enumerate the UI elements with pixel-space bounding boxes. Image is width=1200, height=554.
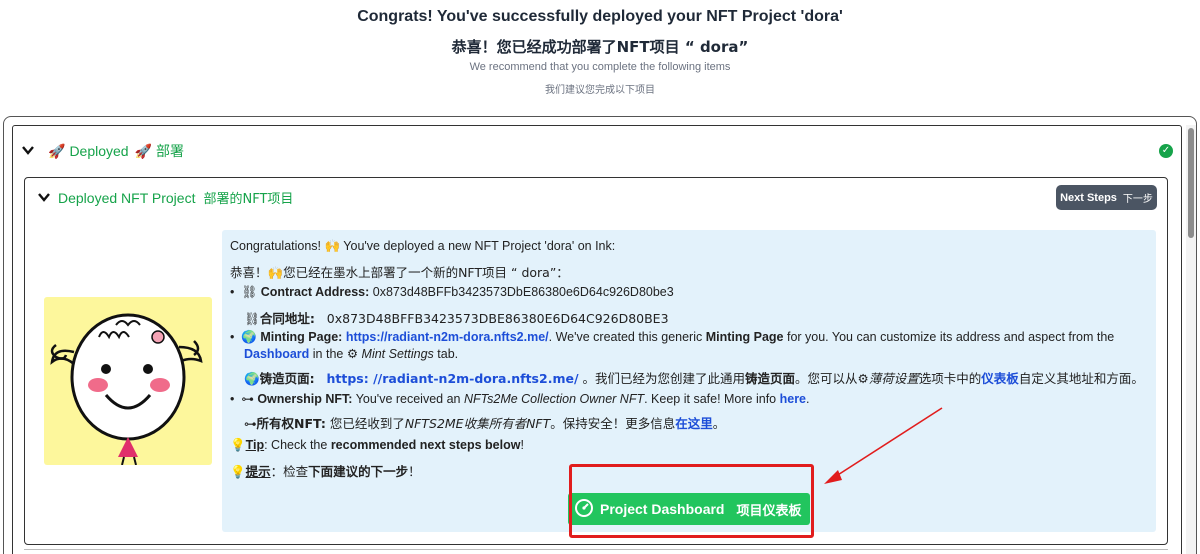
- gear-icon: ⚙: [857, 371, 869, 386]
- lightbulb-icon: 💡: [230, 438, 246, 452]
- ownership-italic: NFTs2Me Collection Owner NFT: [463, 392, 645, 406]
- card-toggle[interactable]: Deployed NFT Project 部署的NFT项目: [38, 188, 293, 207]
- contract-address-row-zh: ⛓合同地址: 0x873D48BFFB3423573DBE86380E6D64C…: [244, 308, 669, 327]
- minting-page-link-zh[interactable]: https: //radiant-n2m-dora.nfts2.me/: [327, 371, 579, 386]
- minting-label-zh: 铸造页面:: [259, 371, 315, 386]
- minting-text: . We've created this generic: [548, 330, 706, 344]
- rocket-icon: 🚀: [134, 142, 153, 159]
- tip-text: : Check the: [264, 438, 331, 452]
- contract-address-value-zh[interactable]: 0x873D48BFFB3423573DBE86380E6D64C926D80B…: [327, 311, 669, 326]
- minting-text-zh: 选项卡中的: [918, 371, 982, 386]
- tip-text: !: [520, 438, 524, 452]
- ownership-italic-zh: NFTS2ME收集所有者NFT: [404, 416, 551, 431]
- tip-bold-zh: 下面建议的下一步: [308, 464, 409, 479]
- key-icon: ⊶: [241, 392, 254, 406]
- highlight-box: [569, 464, 814, 538]
- bullet: •: [230, 392, 242, 406]
- chain-link-icon: ⛓: [244, 311, 260, 326]
- more-info-link[interactable]: here: [780, 392, 806, 406]
- section-toggle-deployed[interactable]: 🚀 Deployed 🚀 部署: [22, 140, 184, 162]
- page-subtitle-zh: 我们建议您完成以下项目: [545, 85, 655, 96]
- more-info-link-zh[interactable]: 在这里: [675, 416, 713, 431]
- mint-settings-text: Mint Settings: [361, 347, 434, 361]
- minting-page-row-zh: 🌍铸造页面: https: //radiant-n2m-dora.nfts2.m…: [244, 368, 1144, 387]
- page-title: Congrats! You've successfully deployed y…: [357, 8, 843, 25]
- section-label: Deployed: [69, 143, 129, 159]
- nft-avatar-image: [44, 297, 212, 465]
- minting-bold-zh: 铸造页面: [745, 371, 796, 386]
- dashboard-link-zh[interactable]: 仪表板: [981, 371, 1019, 386]
- tip-bold: recommended next steps below: [330, 438, 521, 452]
- chevron-down-icon: [22, 144, 36, 158]
- tip-label: Tip: [245, 438, 265, 452]
- contract-label: Contract Address:: [260, 285, 370, 299]
- minting-text-zh: 。我们已经为您创建了此通用: [582, 371, 746, 386]
- lightbulb-icon: 💡: [230, 464, 246, 479]
- card-title-zh: 部署的NFT项目: [203, 192, 294, 207]
- next-steps-label: Next Steps: [1060, 191, 1117, 204]
- scrollbar-thumb[interactable]: [1188, 128, 1194, 238]
- card-title: Deployed NFT Project: [58, 189, 196, 206]
- mint-settings-zh: 薄荷设置: [868, 371, 919, 386]
- contract-address-value[interactable]: 0x873d48BFFb3423573DbE86380e6D64c926D80b…: [373, 285, 674, 299]
- congrats-text: Congratulations! 🙌 You've deployed a new…: [230, 239, 616, 253]
- minting-text-zh: 。您可以从: [795, 371, 858, 386]
- ownership-label-zh: 所有权NFT:: [256, 416, 326, 431]
- ownership-text-zh: 您已经收到了: [325, 416, 405, 431]
- bullet: •: [230, 285, 242, 299]
- dashboard-link[interactable]: Dashboard: [244, 347, 309, 361]
- key-icon: ⊶: [244, 416, 257, 431]
- tip-text-zh: ！: [408, 464, 421, 479]
- ownership-row: • ⊶ Ownership NFT: You've received an NF…: [230, 391, 810, 406]
- tip-row: 💡Tip: Check the recommended next steps b…: [230, 438, 524, 453]
- globe-icon: 🌍: [241, 330, 257, 344]
- section-label-zh: 部署: [156, 144, 185, 160]
- gear-icon: ⚙: [346, 347, 359, 361]
- minting-page-row: • 🌍 Minting Page: https://radiant-n2m-do…: [230, 330, 1114, 345]
- next-steps-button[interactable]: Next Steps 下一步: [1056, 185, 1157, 210]
- page-title-zh: 恭喜！您已经成功部署了NFT项目 “ dora”: [451, 38, 749, 56]
- ownership-text: .: [806, 392, 810, 406]
- minting-text-zh: 自定义其地址和方面。: [1018, 371, 1144, 386]
- page-subtitle: We recommend that you complete the follo…: [469, 61, 731, 73]
- globe-icon: 🌍: [244, 371, 260, 386]
- chain-link-icon: ⛓: [241, 285, 258, 299]
- minting-text: in the: [309, 347, 347, 361]
- divider: [24, 549, 1168, 550]
- contract-label-zh: 合同地址:: [259, 311, 315, 326]
- minting-text: for you. You can customize its address a…: [783, 330, 1115, 344]
- contract-address-row: • ⛓ Contract Address: 0x873d48BFFb342357…: [230, 285, 674, 300]
- tip-label-zh: 提示: [245, 464, 271, 479]
- ownership-label: Ownership NFT:: [257, 392, 353, 406]
- ownership-text: You've received an: [352, 392, 464, 406]
- ownership-text-zh: 。保持安全！更多信息: [550, 416, 676, 431]
- next-steps-label-zh: 下一步: [1122, 194, 1153, 205]
- minting-page-row-cont: Dashboard in the ⚙ Mint Settings tab.: [244, 346, 458, 361]
- ownership-row-zh: ⊶所有权NFT: 您已经收到了NFTS2ME收集所有者NFT。保持安全！更多信息…: [244, 413, 725, 432]
- minting-page-link[interactable]: https://radiant-n2m-dora.nfts2.me/: [346, 330, 549, 344]
- ownership-text: . Keep it safe! More info: [644, 392, 780, 406]
- ownership-text-zh: 。: [712, 416, 726, 431]
- minting-label: Minting Page:: [260, 330, 343, 344]
- rocket-icon: 🚀: [48, 142, 66, 159]
- chevron-down-icon: [38, 191, 52, 205]
- minting-bold: Minting Page: [705, 330, 784, 344]
- congrats-text-zh: 恭喜！🙌您已经在墨水上部署了一个新的NFT项目 “ dora”：: [230, 265, 569, 280]
- check-circle-icon: ✓: [1159, 144, 1173, 158]
- tip-row-zh: 💡提示：检查下面建议的下一步！: [230, 461, 421, 480]
- bullet: •: [230, 330, 242, 344]
- tip-text-zh: ：检查: [270, 464, 309, 479]
- minting-text: tab.: [433, 347, 459, 361]
